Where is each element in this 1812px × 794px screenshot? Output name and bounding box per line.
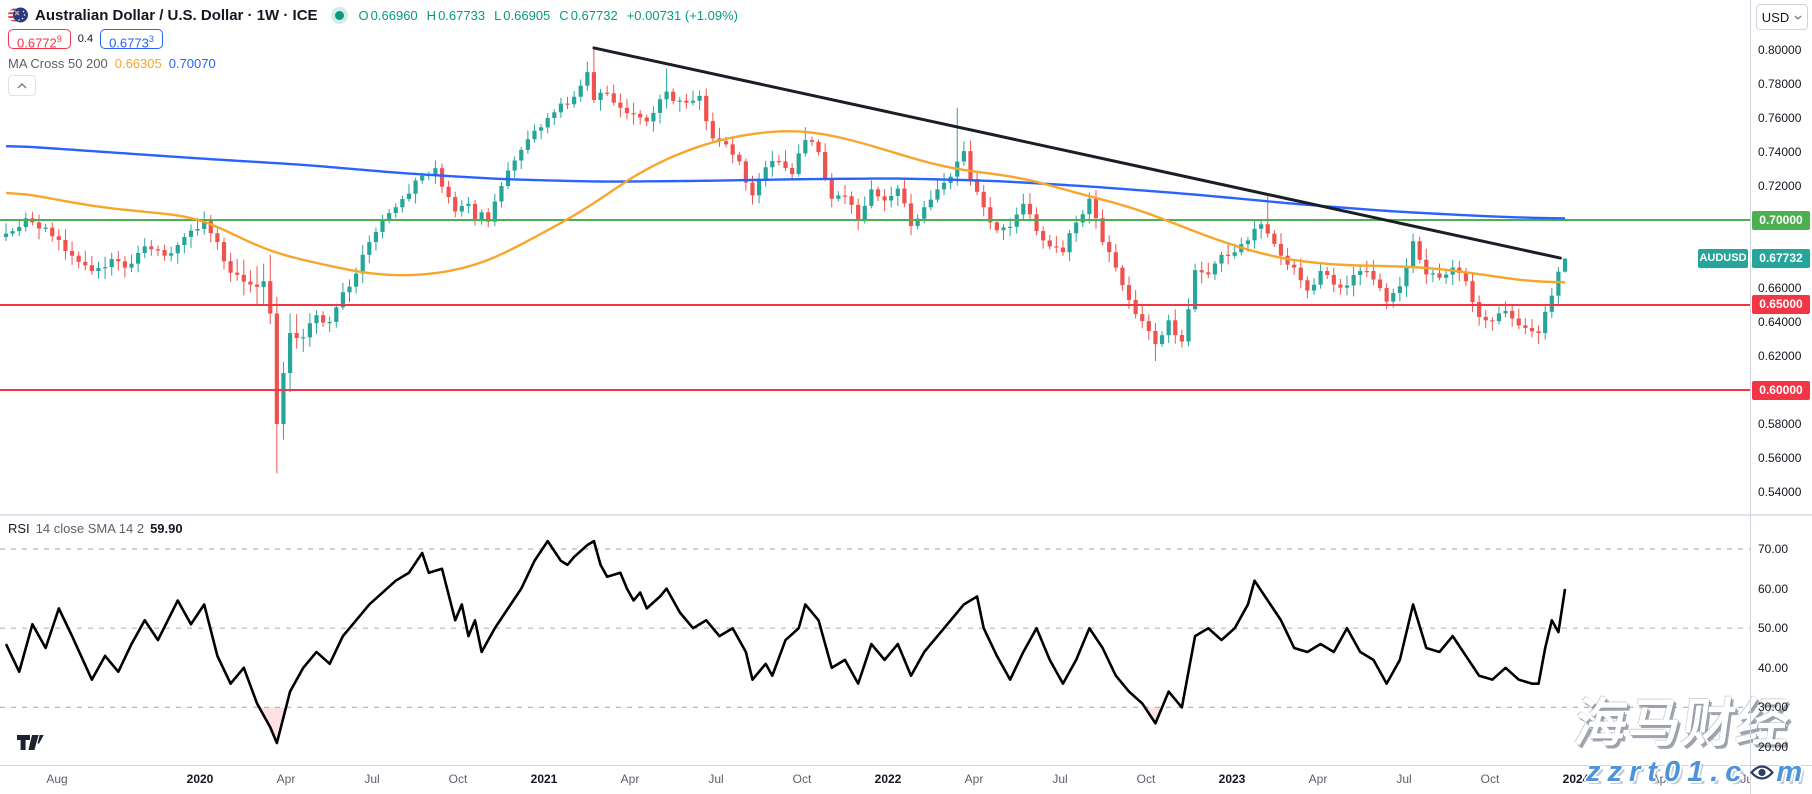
time-axis-label: Oct [449,772,468,786]
time-axis-label: Jul [364,772,379,786]
ma50-value: 0.66305 [115,56,162,71]
tradingview-logo[interactable] [16,734,44,751]
time-axis-label: Jul [1396,772,1411,786]
price-pane-canvas[interactable] [0,0,1750,515]
axis-tick-label: 70.00 [1758,542,1788,556]
low-value: 0.66905 [503,8,550,23]
time-axis-label: Oct [793,772,812,786]
time-axis-label: Jul [708,772,723,786]
axis-tick-label: 0.66000 [1758,281,1801,295]
buy-button[interactable]: 0.67733 [100,29,163,49]
time-axis-label: 2022 [875,772,902,786]
collapse-indicators-button[interactable] [8,75,36,96]
price-level-badge: 0.70000 [1752,211,1810,230]
tradingview-chart-window: Australian Dollar / U.S. Dollar · 1W · I… [0,0,1812,794]
chevron-up-icon [17,83,27,89]
symbol-name-badge: AUDUSD [1698,249,1748,268]
watermark-site: zzrt01.c m [1586,756,1809,789]
axis-tick-label: 0.54000 [1758,485,1801,499]
axis-tick-label: 0.80000 [1758,43,1801,57]
time-axis-label: Jul [1052,772,1067,786]
axis-tick-label: 0.72000 [1758,179,1801,193]
market-status-dot[interactable] [335,11,344,20]
last-price-badge: 0.67732 [1752,249,1810,268]
time-axis[interactable]: Aug 2020 Apr Jul Oct 2021 Apr Jul Oct 2022 Apr Jul O… [0,766,1750,794]
time-axis-label: 2020 [187,772,214,786]
rsi-pane-canvas[interactable] [0,515,1750,765]
axis-tick-label: 30.00 [1758,700,1788,714]
eye-icon [1750,764,1774,781]
axis-tick-label: 40.00 [1758,661,1788,675]
axis-tick-label: 0.78000 [1758,77,1801,91]
chevron-down-icon [1794,15,1802,20]
pane-resize-divider[interactable] [0,514,1812,516]
axis-tick-label: 0.58000 [1758,417,1801,431]
axis-tick-label: 0.62000 [1758,349,1801,363]
axis-tick-label: 0.64000 [1758,315,1801,329]
time-axis-label: Apr [277,772,296,786]
axis-tick-label: 0.76000 [1758,111,1801,125]
time-axis-label: Oct [1137,772,1156,786]
rsi-value: 59.90 [150,521,183,536]
time-axis-label: 2023 [1219,772,1246,786]
currency-selector-dropdown[interactable]: USD [1756,4,1808,30]
time-axis-label: Apr [621,772,640,786]
close-value: 0.67732 [571,8,618,23]
axis-tick-label: 20.00 [1758,740,1788,754]
price-level-badge: 0.65000 [1752,295,1810,314]
axis-tick-label: 50.00 [1758,621,1788,635]
ma200-value: 0.70070 [169,56,216,71]
spread-value: 0.4 [78,33,93,45]
axis-tick-label: 60.00 [1758,582,1788,596]
price-level-badge: 0.60000 [1752,381,1810,400]
time-axis-label: Oct [1481,772,1500,786]
high-value: 0.67733 [438,8,485,23]
time-axis-label: 2021 [531,772,558,786]
sell-button[interactable]: 0.67729 [8,29,71,49]
rsi-legend[interactable]: RSI 14 close SMA 14 2 59.90 [8,521,183,536]
symbol-title[interactable]: Australian Dollar / U.S. Dollar · 1W · I… [35,7,318,24]
time-axis-label: Apr [1309,772,1328,786]
axis-tick-label: 0.56000 [1758,451,1801,465]
ohlc-values: O0.66960H0.67733L0.66905C0.67732+0.00731… [359,8,740,23]
axis-tick-label: 0.74000 [1758,145,1801,159]
time-axis-label: Aug [46,772,67,786]
symbol-flag-icon [8,5,28,25]
change-value: +0.00731 (+1.09%) [627,8,738,23]
ma-cross-legend[interactable]: MA Cross 50 200 0.66305 0.70070 [8,54,216,72]
time-axis-label: Apr [965,772,984,786]
open-value: 0.66960 [371,8,418,23]
symbol-legend: Australian Dollar / U.S. Dollar · 1W · I… [8,4,740,26]
